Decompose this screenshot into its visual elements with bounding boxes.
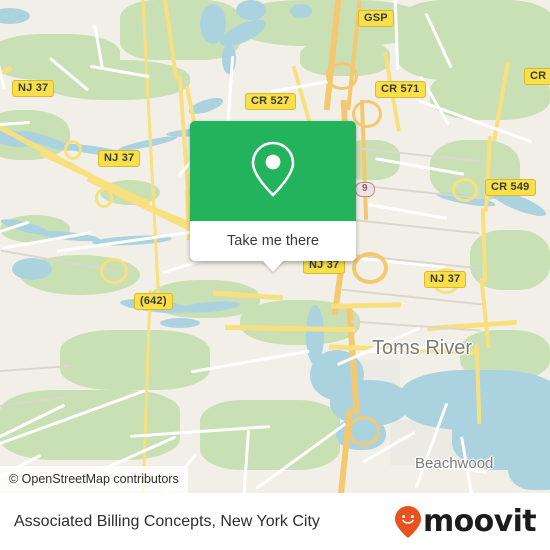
interchange-loop — [348, 416, 380, 446]
popup-tail — [262, 260, 284, 272]
osm-attribution[interactable]: © OpenStreetMap contributors — [0, 466, 188, 493]
water-body — [0, 8, 30, 24]
road-shield-gsp[interactable]: GSP — [358, 10, 394, 27]
water-body — [12, 258, 52, 280]
road-shield-cr527[interactable]: CR 527 — [245, 93, 296, 110]
water-body — [508, 440, 550, 490]
road-shield-nj37-west[interactable]: NJ 37 — [98, 150, 141, 167]
road-shield-nj37-northwest[interactable]: NJ 37 — [12, 80, 55, 97]
road-shield-cr571[interactable]: CR 571 — [375, 81, 426, 98]
road-nj37-east — [331, 302, 402, 309]
moovit-wordmark: moovit — [422, 503, 537, 539]
popup-header — [190, 121, 356, 221]
interchange-loop — [100, 258, 128, 284]
water-body — [222, 44, 236, 74]
interchange-loop — [352, 252, 388, 284]
moovit-pin-smiley-icon — [394, 505, 422, 539]
road-shield-cr642[interactable]: (642) — [134, 293, 173, 310]
interchange-loop — [95, 188, 113, 208]
map-canvas[interactable]: GSP CR 527 CR 571 NJ 37 NJ 37 CR 5 CR 54… — [0, 0, 550, 493]
interchange-loop — [452, 178, 478, 202]
forest-area — [200, 400, 340, 470]
forest-area — [60, 330, 210, 390]
location-popup-card[interactable]: Take me there — [190, 121, 356, 272]
take-me-there-label: Take me there — [227, 233, 319, 249]
interchange-loop — [64, 140, 82, 160]
road-minor — [368, 203, 448, 220]
road-shield-cr-edge[interactable]: CR 5 — [524, 68, 550, 85]
road-shield-cr549[interactable]: CR 549 — [485, 179, 536, 196]
water-body — [160, 318, 200, 328]
field-boundary — [340, 217, 480, 234]
moovit-logo[interactable]: moovit — [394, 503, 537, 539]
road-shield-us9[interactable]: 9 — [355, 182, 375, 197]
water-body — [290, 4, 312, 18]
road-shield-nj37-east[interactable]: NJ 37 — [424, 271, 467, 288]
take-me-there-button[interactable]: Take me there — [190, 221, 356, 261]
map-screenshot: GSP CR 527 CR 571 NJ 37 NJ 37 CR 5 CR 54… — [0, 0, 550, 550]
footer-bar: Associated Billing Concepts, New York Ci… — [0, 493, 550, 550]
place-label-beachwood: Beachwood — [415, 455, 494, 472]
interchange-loop — [326, 62, 358, 90]
place-label-toms-river: Toms River — [372, 337, 473, 359]
map-pin-icon — [246, 138, 300, 205]
interchange-loop — [352, 100, 382, 128]
water-body — [236, 0, 266, 20]
location-title: Associated Billing Concepts, New York Ci… — [14, 512, 320, 530]
